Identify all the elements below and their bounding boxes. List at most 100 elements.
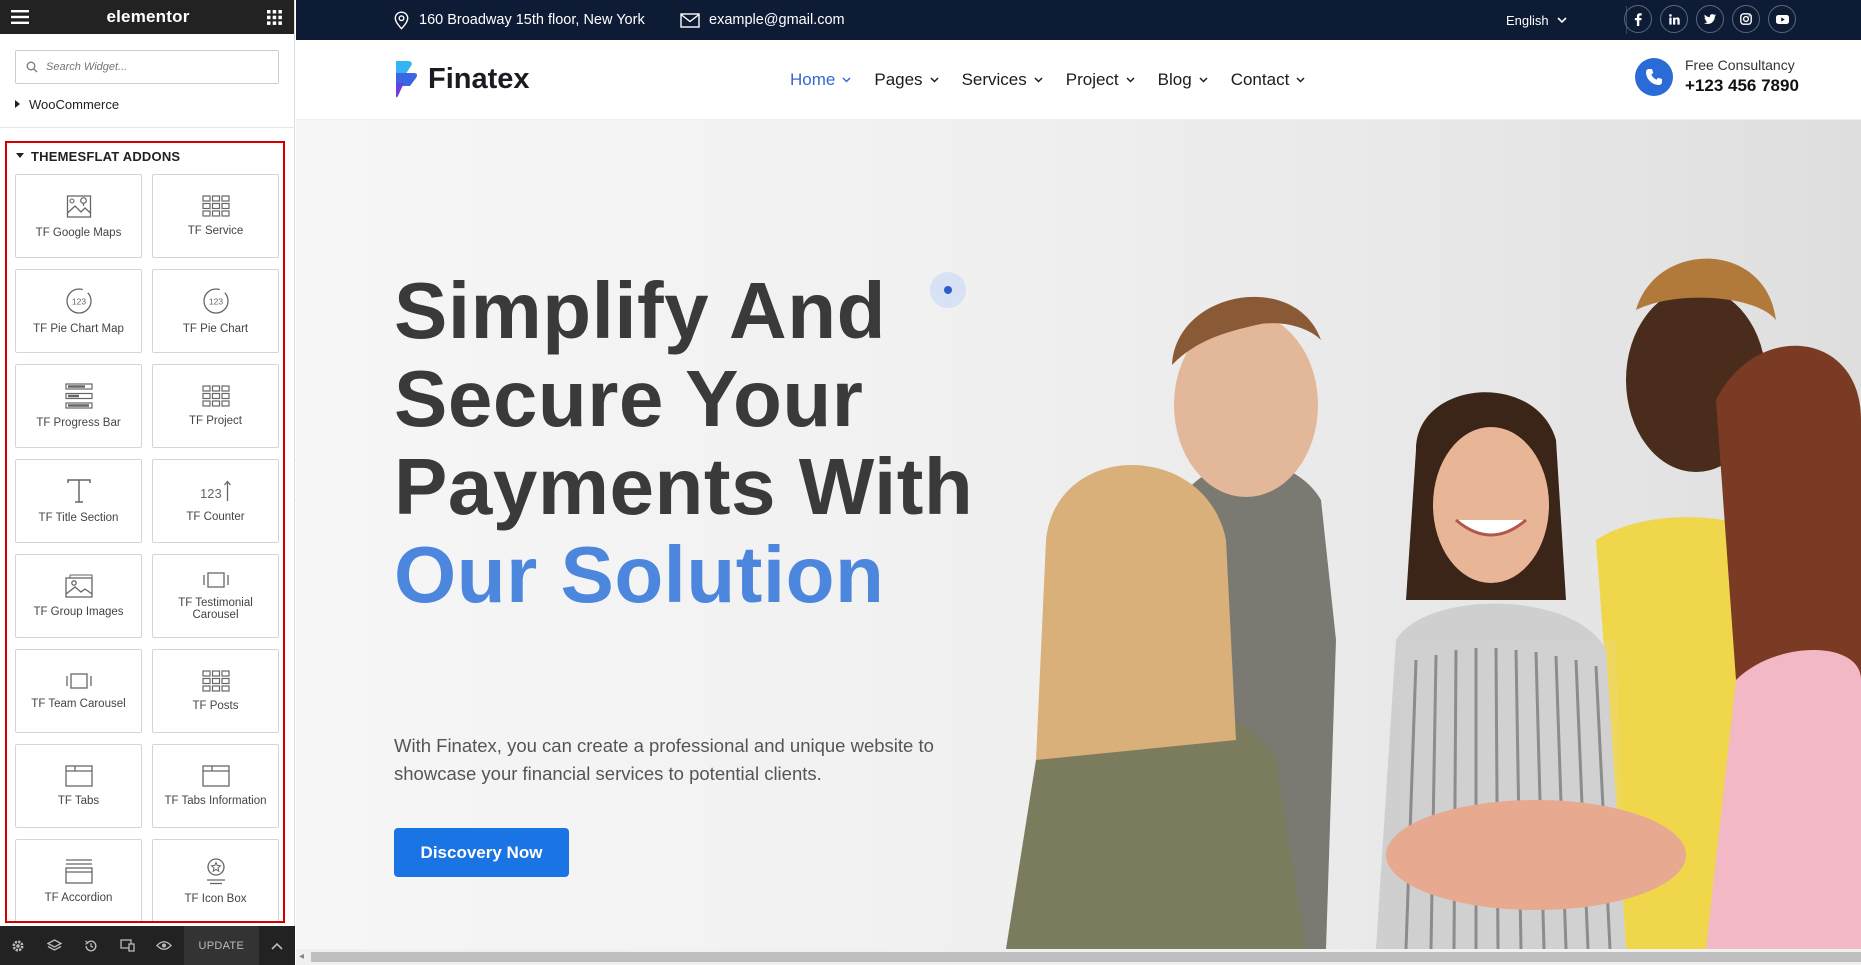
site-logo[interactable]: Finatex	[394, 59, 530, 99]
linkedin-link[interactable]	[1660, 5, 1688, 33]
widget-tile[interactable]: TF Tabs Information	[152, 744, 279, 828]
discovery-now-button[interactable]: Discovery Now	[394, 828, 569, 877]
widget-tile-label: TF Pie Chart	[182, 323, 249, 335]
nav-item-blog[interactable]: Blog	[1158, 70, 1208, 90]
category-woocommerce-label: WooCommerce	[29, 96, 120, 112]
chevron-down-icon	[1126, 77, 1135, 83]
history-button[interactable]	[73, 926, 109, 965]
widget-tile[interactable]: TF Testimonial Carousel	[152, 554, 279, 638]
linkedin-icon	[1668, 13, 1680, 25]
widget-tile-label: TF Group Images	[33, 606, 124, 618]
eye-icon	[155, 940, 172, 951]
counter-icon: 123	[200, 479, 232, 503]
twitter-icon	[1704, 14, 1716, 24]
widget-tile[interactable]: 123 TF Counter	[152, 459, 279, 543]
widget-tile[interactable]: 123 TF Pie Chart Map	[15, 269, 142, 353]
site-preview: 160 Broadway 15th floor, New York exampl…	[296, 0, 1861, 965]
grid-icon	[201, 670, 230, 692]
language-label: English	[1506, 12, 1549, 28]
phone-badge	[1635, 57, 1673, 96]
responsive-mode-button[interactable]	[109, 926, 145, 965]
youtube-link[interactable]	[1768, 5, 1796, 33]
preview-button[interactable]	[146, 926, 182, 965]
widget-tile[interactable]: TF Progress Bar	[15, 364, 142, 448]
consultancy-contact[interactable]: Free Consultancy +123 456 7890	[1635, 57, 1799, 96]
address-info: 160 Broadway 15th floor, New York	[394, 0, 645, 40]
caret-right-icon	[15, 100, 21, 108]
nav-item-contact[interactable]: Contact	[1231, 70, 1306, 90]
instagram-link[interactable]	[1732, 5, 1760, 33]
phone-icon	[1645, 68, 1663, 86]
svg-text:123: 123	[200, 486, 222, 501]
save-options-button[interactable]	[259, 926, 295, 965]
top-info-bar: 160 Broadway 15th floor, New York exampl…	[296, 0, 1861, 40]
chevron-down-icon	[1296, 77, 1305, 83]
counter-circle-icon: 123	[65, 287, 93, 315]
nav-item-services[interactable]: Services	[962, 70, 1043, 90]
facebook-link[interactable]	[1624, 5, 1652, 33]
elementor-logo: elementor	[106, 7, 190, 26]
hero-heading-line-3: Payments With	[394, 442, 974, 531]
widget-tile-label: TF Progress Bar	[36, 417, 121, 429]
instagram-icon	[1740, 13, 1752, 25]
widget-tile[interactable]: TF Google Maps	[15, 174, 142, 258]
scrollbar-thumb[interactable]	[311, 952, 1861, 962]
caret-down-icon	[16, 153, 24, 159]
navigator-button[interactable]	[36, 926, 72, 965]
widget-tile-label: TF Posts	[192, 700, 239, 712]
widget-tile-label: TF Pie Chart Map	[33, 323, 124, 335]
category-themesflat-addons[interactable]: THEMESFLAT ADDONS	[7, 143, 283, 169]
history-icon	[84, 939, 98, 953]
widget-search-box[interactable]	[15, 50, 279, 84]
panel-footer: UPDATE	[0, 926, 295, 965]
email-info[interactable]: example@gmail.com	[680, 0, 845, 40]
widget-tile[interactable]: TF Accordion	[15, 839, 142, 921]
widget-tile-label: TF Icon Box	[184, 893, 247, 905]
nav-item-home[interactable]: Home	[790, 70, 851, 90]
widget-tile[interactable]: TF Project	[152, 364, 279, 448]
widget-tile[interactable]: 123 TF Pie Chart	[152, 269, 279, 353]
map-icon	[66, 193, 92, 219]
widget-tile[interactable]: TF Posts	[152, 649, 279, 733]
chevron-up-icon	[271, 942, 283, 950]
twitter-link[interactable]	[1696, 5, 1724, 33]
tabs-icon	[64, 765, 93, 787]
horizontal-scrollbar[interactable]: ◂	[296, 949, 1861, 965]
hero-heading: Simplify And Secure Your Payments With O…	[394, 267, 973, 619]
carousel-icon	[65, 672, 93, 690]
nav-item-project[interactable]: Project	[1066, 70, 1135, 90]
chevron-down-icon	[842, 77, 851, 83]
hamburger-menu-icon[interactable]	[11, 10, 29, 24]
nav-item-label: Contact	[1230, 70, 1290, 89]
hero-people-image	[976, 120, 1861, 949]
widget-tile[interactable]: TF Team Carousel	[15, 649, 142, 733]
widget-tile-label: TF Google Maps	[35, 227, 122, 239]
chevron-down-icon	[1199, 77, 1208, 83]
category-woocommerce[interactable]: WooCommerce	[0, 89, 294, 119]
panel-header: elementor	[0, 0, 294, 34]
update-button[interactable]: UPDATE	[183, 926, 259, 965]
widget-tile[interactable]: TF Tabs	[15, 744, 142, 828]
hero-heading-highlight: Our Solution	[394, 530, 885, 619]
nav-item-label: Home	[790, 70, 836, 89]
settings-button[interactable]	[0, 926, 36, 965]
nav-item-pages[interactable]: Pages	[874, 70, 939, 90]
progress-bar-icon	[64, 383, 93, 409]
widgets-grid-icon[interactable]	[267, 9, 282, 25]
widget-tile-label: TF Counter	[186, 511, 245, 523]
hero-heading-line-1: Simplify And	[394, 266, 886, 355]
hero-heading-line-2: Secure Your	[394, 354, 864, 443]
language-selector[interactable]: English	[1506, 0, 1567, 40]
widget-tile[interactable]: TF Group Images	[15, 554, 142, 638]
category-title: THEMESFLAT ADDONS	[31, 148, 181, 164]
widget-tile-label: TF Team Carousel	[31, 698, 126, 710]
carousel-icon	[202, 571, 230, 589]
gear-icon	[11, 939, 25, 953]
nav-item-label: Services	[961, 70, 1027, 89]
nav-item-label: Blog	[1157, 70, 1192, 89]
widget-tile[interactable]: TF Title Section	[15, 459, 142, 543]
widget-tile[interactable]: TF Service	[152, 174, 279, 258]
scroll-left-arrow-icon[interactable]: ◂	[299, 951, 304, 962]
widget-search-input[interactable]	[46, 61, 256, 73]
widget-tile[interactable]: TF Icon Box	[152, 839, 279, 921]
